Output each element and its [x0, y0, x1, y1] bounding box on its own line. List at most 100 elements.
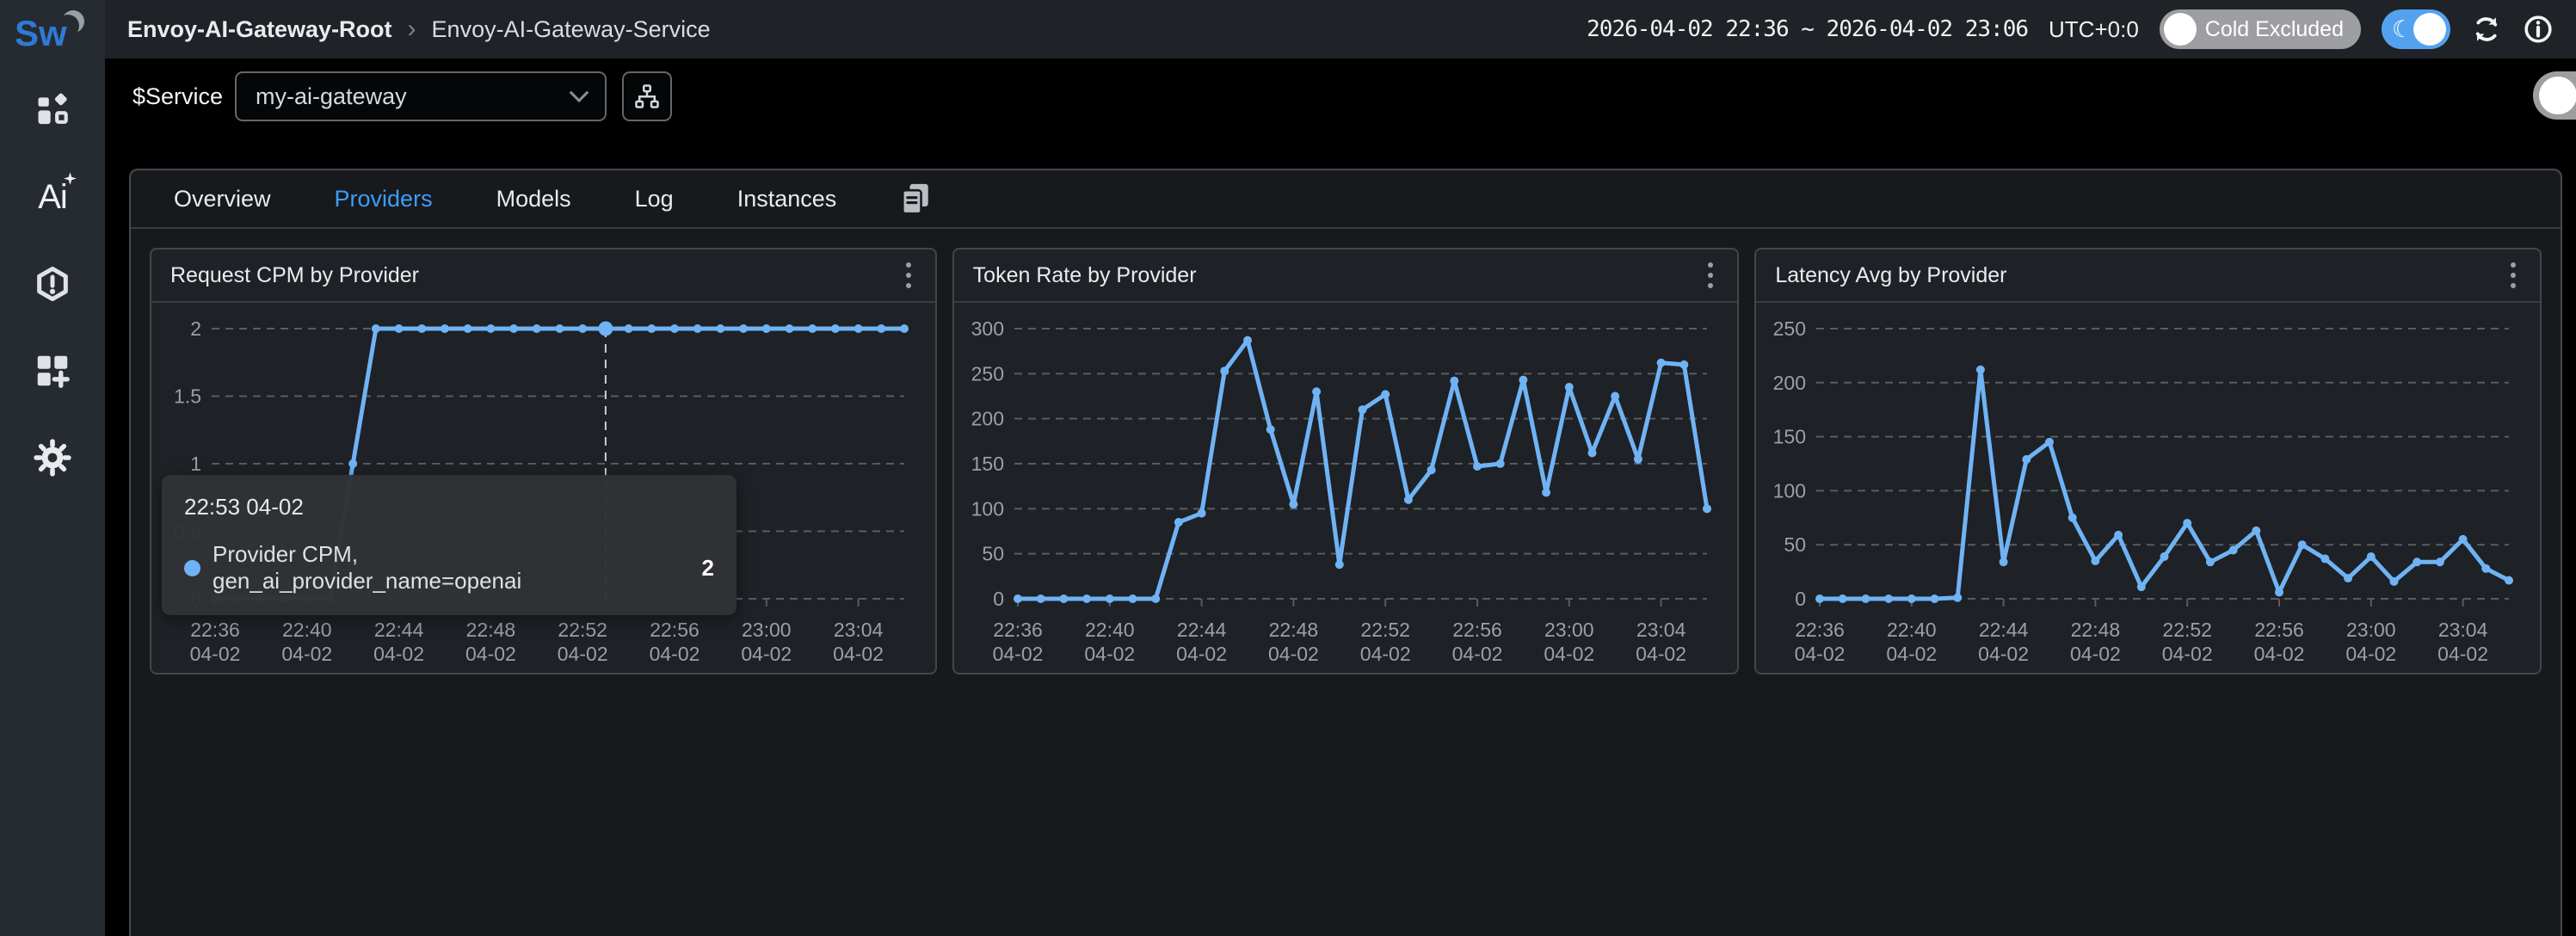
svg-text:22:48: 22:48	[2071, 619, 2121, 641]
svg-text:04-02: 04-02	[558, 643, 608, 665]
breadcrumb-separator-icon: ›	[408, 15, 416, 44]
main-content: Overview Providers Models Log Instances …	[105, 134, 2576, 936]
chart-card-latency-avg: Latency Avg by Provider 0501001502002502…	[1754, 248, 2542, 674]
toggle-knob	[2539, 77, 2576, 114]
time-range-picker[interactable]: 2026-04-02 22:36 ~ 2026-04-02 23:06	[1587, 16, 2028, 42]
sidebar-item-marketplace[interactable]	[30, 348, 75, 393]
svg-text:04-02: 04-02	[1359, 643, 1410, 665]
charts-row: Request CPM by Provider 00.511.5222:3604…	[131, 229, 2561, 693]
line-chart-token-rate[interactable]: 05010015020025030022:3604-0222:4004-0222…	[954, 303, 1738, 673]
tab-overview[interactable]: Overview	[174, 186, 271, 212]
sidebar-item-dashboards[interactable]	[30, 88, 75, 132]
svg-text:1.5: 1.5	[174, 385, 201, 408]
svg-text:04-02: 04-02	[1636, 643, 1686, 665]
breadcrumb-current[interactable]: Envoy-AI-Gateway-Service	[432, 16, 711, 43]
alert-hexagon-icon	[33, 264, 72, 304]
chart-title: Request CPM by Provider	[170, 263, 419, 288]
svg-text:04-02: 04-02	[833, 643, 884, 665]
sidebar-item-alerting[interactable]	[30, 262, 75, 306]
svg-text:04-02: 04-02	[1887, 643, 1938, 665]
svg-text:22:56: 22:56	[2255, 619, 2305, 641]
sparkle-icon	[63, 171, 77, 186]
svg-text:22:56: 22:56	[1452, 619, 1502, 641]
svg-text:04-02: 04-02	[373, 643, 424, 665]
svg-text:0: 0	[1796, 588, 1807, 610]
svg-text:150: 150	[1773, 426, 1806, 448]
tooltip-time: 22:53 04-02	[184, 494, 714, 520]
svg-text:04-02: 04-02	[992, 643, 1043, 665]
top-header: Envoy-AI-Gateway-Root › Envoy-AI-Gateway…	[105, 0, 2576, 58]
sidebar-item-settings[interactable]	[30, 435, 75, 480]
svg-text:100: 100	[971, 497, 1003, 520]
svg-text:04-02: 04-02	[1451, 643, 1502, 665]
sitemap-icon	[633, 83, 661, 110]
svg-text:04-02: 04-02	[2070, 643, 2121, 665]
svg-text:22:48: 22:48	[1268, 619, 1318, 641]
svg-text:04-02: 04-02	[2162, 643, 2213, 665]
kebab-menu-icon[interactable]	[1703, 257, 1718, 293]
svg-text:250: 250	[971, 362, 1003, 385]
skywalking-logo[interactable]: Sw	[13, 7, 92, 57]
copy-dashboard-button[interactable]	[900, 182, 931, 216]
chart-card-request-cpm: Request CPM by Provider 00.511.5222:3604…	[150, 248, 937, 674]
topology-button[interactable]	[622, 71, 672, 121]
svg-text:04-02: 04-02	[2346, 643, 2397, 665]
settings-gear-icon	[32, 437, 73, 478]
svg-text:1: 1	[190, 453, 201, 475]
dark-mode-toggle[interactable]: ☾	[2382, 9, 2450, 49]
svg-text:04-02: 04-02	[465, 643, 516, 665]
svg-text:04-02: 04-02	[2254, 643, 2305, 665]
cold-excluded-label: Cold Excluded	[2205, 17, 2344, 42]
svg-text:100: 100	[1773, 479, 1806, 502]
tab-instances[interactable]: Instances	[737, 186, 837, 212]
cold-excluded-toggle[interactable]: Cold Excluded	[2160, 9, 2361, 49]
svg-text:22:52: 22:52	[2163, 619, 2213, 641]
refresh-button[interactable]	[2471, 14, 2502, 45]
svg-text:22:56: 22:56	[650, 619, 699, 641]
toggle-knob	[2164, 13, 2197, 46]
svg-text:50: 50	[982, 543, 1004, 565]
view-toggle[interactable]: V	[2533, 71, 2576, 120]
svg-text:50: 50	[1784, 533, 1807, 556]
svg-text:04-02: 04-02	[1268, 643, 1319, 665]
svg-text:22:36: 22:36	[993, 619, 1043, 641]
tab-providers[interactable]: Providers	[335, 186, 433, 212]
svg-text:22:44: 22:44	[1979, 619, 2029, 641]
tab-log[interactable]: Log	[635, 186, 674, 212]
svg-text:04-02: 04-02	[741, 643, 792, 665]
svg-text:150: 150	[971, 453, 1003, 475]
svg-text:22:40: 22:40	[1887, 619, 1937, 641]
svg-text:04-02: 04-02	[2438, 643, 2489, 665]
tooltip-value: 2	[702, 555, 714, 582]
svg-text:300: 300	[971, 317, 1003, 340]
service-select[interactable]: my-ai-gateway	[235, 71, 607, 121]
svg-text:250: 250	[1773, 317, 1806, 340]
svg-text:04-02: 04-02	[1176, 643, 1227, 665]
svg-text:2: 2	[190, 317, 201, 340]
category-icon	[33, 90, 72, 130]
svg-text:22:52: 22:52	[558, 619, 607, 641]
tab-models[interactable]: Models	[496, 186, 571, 212]
breadcrumb-root[interactable]: Envoy-AI-Gateway-Root	[127, 16, 392, 43]
refresh-icon	[2471, 14, 2502, 45]
svg-text:23:04: 23:04	[834, 619, 884, 641]
svg-text:23:04: 23:04	[1636, 619, 1685, 641]
svg-text:04-02: 04-02	[650, 643, 700, 665]
kebab-menu-icon[interactable]	[2505, 257, 2521, 293]
svg-text:04-02: 04-02	[1795, 643, 1846, 665]
tooltip-series: Provider CPM, gen_ai_provider_name=opena…	[213, 541, 664, 594]
svg-text:23:00: 23:00	[2346, 619, 2396, 641]
line-chart-latency-avg[interactable]: 05010015020025022:3604-0222:4004-0222:44…	[1756, 303, 2540, 673]
svg-text:23:04: 23:04	[2438, 619, 2488, 641]
sidebar-item-ai[interactable]: Ai	[30, 175, 75, 219]
sidebar: Sw Ai	[0, 0, 105, 936]
series-dot-icon	[184, 560, 200, 576]
kebab-menu-icon[interactable]	[901, 257, 916, 293]
service-select-value: my-ai-gateway	[256, 83, 407, 110]
timezone-label[interactable]: UTC+0:0	[2049, 16, 2139, 43]
info-icon	[2523, 14, 2554, 45]
info-button[interactable]	[2523, 14, 2554, 45]
service-toolbar: $Service my-ai-gateway V	[105, 58, 2576, 134]
svg-text:22:40: 22:40	[1085, 619, 1135, 641]
moon-icon: ☾	[2392, 18, 2413, 41]
